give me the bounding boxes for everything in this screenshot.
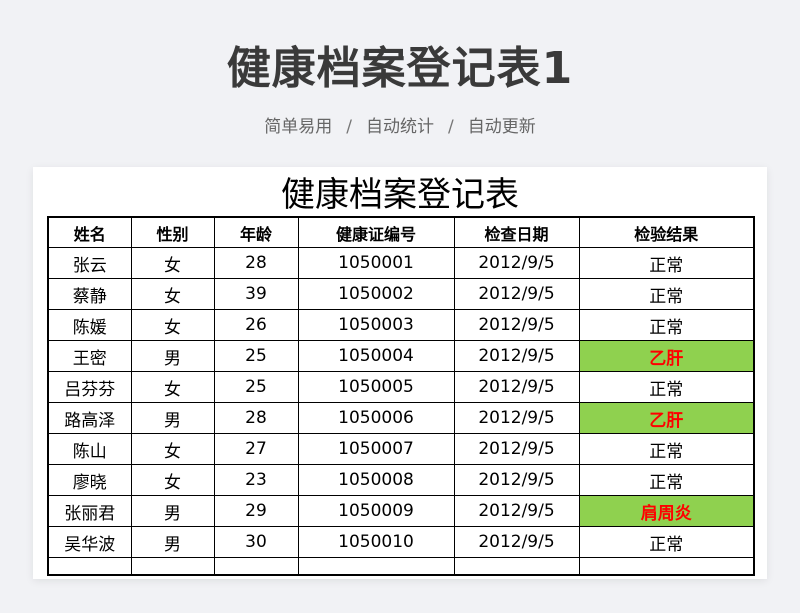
health-record-table: 姓名 性别 年龄 健康证编号 检查日期 检验结果 张云女 28 1050001 201… xyxy=(47,216,755,576)
table-row: 吕芬芬女 25 1050005 2012/9/5 正常 xyxy=(47,371,755,403)
table-row: 路高泽男 28 1050006 2012/9/5 乙肝 xyxy=(47,402,755,434)
table-row: 王密男 25 1050004 2012/9/5 乙肝 xyxy=(47,340,755,372)
empty-cell[interactable] xyxy=(297,557,455,576)
cell-gender[interactable]: 女 xyxy=(130,371,215,403)
column-header-date[interactable]: 检查日期 xyxy=(453,216,580,248)
cell-date[interactable]: 2012/9/5 xyxy=(453,464,580,496)
cell-gender[interactable]: 女 xyxy=(130,464,215,496)
cell-cert-no[interactable]: 1050003 xyxy=(297,309,455,341)
cell-name[interactable]: 吴华波 xyxy=(47,526,132,558)
cell-name[interactable]: 张云 xyxy=(47,247,132,279)
feature-auto-update: 自动更新 xyxy=(467,117,536,137)
cell-gender[interactable]: 女 xyxy=(130,278,215,310)
cell-name[interactable]: 廖晓 xyxy=(47,464,132,496)
cell-result[interactable]: 乙肝 xyxy=(578,340,755,372)
cell-cert-no[interactable]: 1050006 xyxy=(297,402,455,434)
table-body: 张云女 28 1050001 2012/9/5 正常 蔡静女 39 1050002 2012/9… xyxy=(47,247,755,576)
empty-cell[interactable] xyxy=(213,557,299,576)
cell-gender[interactable]: 女 xyxy=(130,309,215,341)
separator: / xyxy=(448,117,454,137)
table-row: 张云女 28 1050001 2012/9/5 正常 xyxy=(47,247,755,279)
cell-age[interactable]: 23 xyxy=(213,464,299,496)
empty-cell[interactable] xyxy=(453,557,580,576)
cell-date[interactable]: 2012/9/5 xyxy=(453,526,580,558)
cell-name[interactable]: 王密 xyxy=(47,340,132,372)
cell-age[interactable]: 25 xyxy=(213,371,299,403)
sheet-title: 健康档案登记表 xyxy=(281,175,519,215)
column-header-age[interactable]: 年龄 xyxy=(213,216,299,248)
cell-cert-no[interactable]: 1050010 xyxy=(297,526,455,558)
cell-gender[interactable]: 女 xyxy=(130,247,215,279)
cell-gender[interactable]: 男 xyxy=(130,402,215,434)
cell-cert-no[interactable]: 1050005 xyxy=(297,371,455,403)
column-header-gender[interactable]: 性别 xyxy=(130,216,215,248)
page-title: 健康档案登记表1 xyxy=(226,43,574,94)
cell-name[interactable]: 路高泽 xyxy=(47,402,132,434)
cell-name[interactable]: 张丽君 xyxy=(47,495,132,527)
cell-date[interactable]: 2012/9/5 xyxy=(453,495,580,527)
cell-cert-no[interactable]: 1050001 xyxy=(297,247,455,279)
cell-result[interactable]: 正常 xyxy=(578,247,755,279)
column-header-cert-no[interactable]: 健康证编号 xyxy=(297,216,455,248)
empty-cell[interactable] xyxy=(578,557,755,576)
cell-cert-no[interactable]: 1050004 xyxy=(297,340,455,372)
cell-age[interactable]: 27 xyxy=(213,433,299,465)
cell-age[interactable]: 30 xyxy=(213,526,299,558)
cell-date[interactable]: 2012/9/5 xyxy=(453,433,580,465)
cell-result[interactable]: 肩周炎 xyxy=(578,495,755,527)
table-header-row: 姓名 性别 年龄 健康证编号 检查日期 检验结果 xyxy=(47,216,755,248)
cell-date[interactable]: 2012/9/5 xyxy=(453,278,580,310)
feature-easy: 简单易用 xyxy=(264,117,333,137)
cell-gender[interactable]: 女 xyxy=(130,433,215,465)
cell-age[interactable]: 28 xyxy=(213,402,299,434)
separator: / xyxy=(346,117,352,137)
cell-age[interactable]: 26 xyxy=(213,309,299,341)
feature-auto-stats: 自动统计 xyxy=(366,117,434,137)
cell-cert-no[interactable]: 1050002 xyxy=(297,278,455,310)
cell-result[interactable]: 正常 xyxy=(578,309,755,341)
cell-cert-no[interactable]: 1050007 xyxy=(297,433,455,465)
cell-gender[interactable]: 男 xyxy=(130,340,215,372)
cell-age[interactable]: 25 xyxy=(213,340,299,372)
cell-result[interactable]: 正常 xyxy=(578,371,755,403)
column-header-result[interactable]: 检验结果 xyxy=(578,216,755,248)
table-row: 陈媛女 26 1050003 2012/9/5 正常 xyxy=(47,309,755,341)
empty-cell[interactable] xyxy=(130,557,215,576)
table-row: 吴华波男 30 1050010 2012/9/5 正常 xyxy=(47,526,755,558)
cell-name[interactable]: 吕芬芬 xyxy=(47,371,132,403)
table-row: 蔡静女 39 1050002 2012/9/5 正常 xyxy=(47,278,755,310)
cell-result[interactable]: 正常 xyxy=(578,433,755,465)
cell-date[interactable]: 2012/9/5 xyxy=(453,402,580,434)
cell-date[interactable]: 2012/9/5 xyxy=(453,340,580,372)
feature-tagline: 简单易用 / 自动统计 / 自动更新 xyxy=(0,112,800,137)
table-row: 张丽君男 29 1050009 2012/9/5 肩周炎 xyxy=(47,495,755,527)
cell-cert-no[interactable]: 1050009 xyxy=(297,495,455,527)
cell-result[interactable]: 正常 xyxy=(578,464,755,496)
cell-result[interactable]: 正常 xyxy=(578,278,755,310)
column-header-name[interactable]: 姓名 xyxy=(47,216,132,248)
table-row: 廖晓女 23 1050008 2012/9/5 正常 xyxy=(47,464,755,496)
cell-cert-no[interactable]: 1050008 xyxy=(297,464,455,496)
cell-gender[interactable]: 男 xyxy=(130,495,215,527)
cell-age[interactable]: 28 xyxy=(213,247,299,279)
cell-date[interactable]: 2012/9/5 xyxy=(453,247,580,279)
cell-result[interactable]: 正常 xyxy=(578,526,755,558)
cell-name[interactable]: 蔡静 xyxy=(47,278,132,310)
cell-date[interactable]: 2012/9/5 xyxy=(453,309,580,341)
cell-date[interactable]: 2012/9/5 xyxy=(453,371,580,403)
table-row: 陈山女 27 1050007 2012/9/5 正常 xyxy=(47,433,755,465)
cell-name[interactable]: 陈媛 xyxy=(47,309,132,341)
empty-cell[interactable] xyxy=(47,557,132,576)
table-row-partial xyxy=(47,557,755,576)
cell-age[interactable]: 29 xyxy=(213,495,299,527)
cell-name[interactable]: 陈山 xyxy=(47,433,132,465)
cell-result[interactable]: 乙肝 xyxy=(578,402,755,434)
cell-age[interactable]: 39 xyxy=(213,278,299,310)
cell-gender[interactable]: 男 xyxy=(130,526,215,558)
spreadsheet-preview: 健康档案登记表 姓名 性别 年龄 健康证编号 检查日期 检验结果 张云女 28 10… xyxy=(33,167,767,579)
